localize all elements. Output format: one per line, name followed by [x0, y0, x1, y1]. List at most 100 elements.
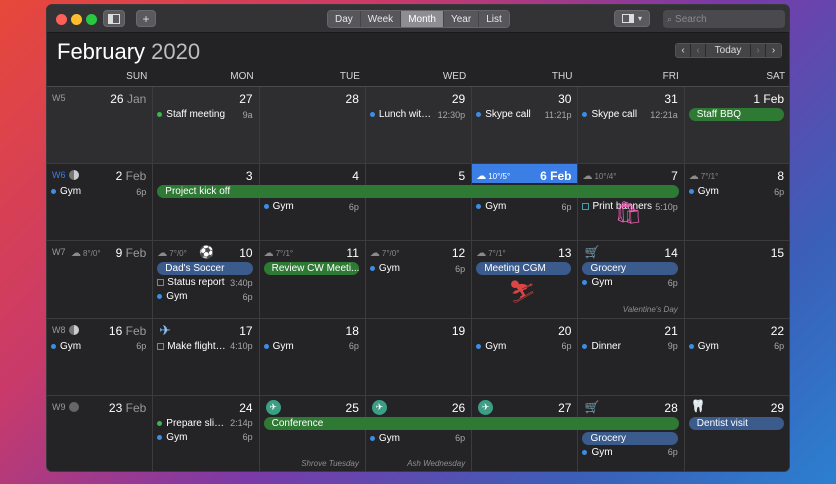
tab-week[interactable]: Week — [360, 11, 402, 27]
event-item[interactable]: Gym 6p — [688, 185, 784, 198]
prev-month-button[interactable]: ‹ — [676, 44, 691, 57]
event-item[interactable]: Gym 6p — [157, 290, 253, 303]
airplane-icon: ✈ — [159, 321, 172, 338]
weather-icon: ☁ — [71, 248, 81, 260]
shopping-bag-icon: 🛍 — [614, 200, 643, 226]
prev-page-button[interactable]: ‹ — [691, 44, 706, 57]
event-item[interactable]: Gym 6p — [476, 340, 571, 353]
flight-icon: ✈ — [371, 399, 387, 415]
day-cell[interactable]: W9 23 Feb — [47, 395, 154, 471]
event-item[interactable]: Make flight re...4:10p — [157, 340, 253, 353]
task-checkbox[interactable] — [582, 203, 590, 211]
day-cell[interactable]: 3 — [153, 164, 260, 242]
event-title: Gym — [485, 340, 507, 352]
event-item[interactable]: Gym 6p — [582, 446, 678, 459]
day-cell[interactable]: 28 — [259, 87, 366, 165]
day-cell[interactable]: 31 Skype call 12:21a — [578, 87, 685, 165]
weather-temp: 7°/0° — [169, 249, 187, 259]
month-label: Feb — [122, 400, 147, 415]
day-cell[interactable]: ☁ 7°/0° 12 Gym 6p — [365, 241, 473, 319]
minimize-window-button[interactable] — [71, 14, 82, 25]
event-item[interactable]: Skype call 11:21p — [476, 108, 571, 121]
event-bar[interactable]: Grocery — [582, 431, 678, 445]
day-cell[interactable]: ☁ 7°/1° 11 Review CW Meeti... — [259, 241, 366, 319]
event-item[interactable]: Dinner 9p — [582, 340, 678, 353]
day-cell[interactable]: 29 Lunch with... 12:30p — [365, 87, 473, 165]
task-checkbox[interactable] — [157, 342, 165, 350]
weekday-label: THU — [551, 71, 573, 82]
event-item[interactable]: Gym 6p — [157, 431, 253, 444]
event-item[interactable]: Gym 6p — [263, 200, 359, 213]
multiday-event-bar[interactable]: Conference — [263, 416, 679, 430]
event-item[interactable]: Gym 6p — [51, 185, 146, 198]
multiday-event-bar[interactable]: Project kick off — [157, 185, 679, 199]
day-cell[interactable]: 30 Skype call 11:21p — [472, 87, 579, 165]
day-cell[interactable]: 20 Gym 6p — [472, 318, 579, 396]
next-month-button[interactable]: › — [766, 44, 781, 57]
today-button[interactable]: Today — [706, 44, 751, 57]
event-time: 5:10p — [655, 201, 678, 212]
event-item[interactable]: Gym 6p — [688, 340, 784, 353]
event-time: 6p — [136, 341, 147, 352]
day-cell[interactable]: W6 2 Feb Gym 6p — [47, 164, 154, 242]
cart-icon: 🛒 — [584, 399, 600, 414]
day-cell[interactable]: 22 Gym 6p — [684, 318, 789, 396]
skier-icon: ⛷ — [508, 279, 537, 305]
day-cell[interactable]: 15 — [684, 241, 789, 319]
event-dot — [157, 294, 163, 300]
week-number: W8 — [52, 324, 66, 335]
event-item[interactable]: Skype call 12:21a — [582, 108, 678, 121]
event-item[interactable]: Gym 6p — [51, 340, 146, 353]
add-event-button[interactable]: + — [136, 10, 156, 27]
weather-forecast: ☁ 7°/1° — [476, 248, 506, 259]
event-item[interactable]: Prepare slides 2:14p — [157, 417, 253, 430]
day-cell[interactable]: 19 — [365, 318, 473, 396]
event-item[interactable]: Status report 3:40p — [157, 276, 253, 289]
day-cell[interactable]: 24 Prepare slides 2:14p Gym 6p — [153, 395, 260, 471]
event-item[interactable]: Gym 6p — [476, 200, 571, 213]
zoom-window-button[interactable] — [86, 14, 97, 25]
sidebar-toggle-button[interactable] — [103, 10, 125, 27]
week-number: W6 — [52, 170, 66, 181]
event-item[interactable]: Staff meeting 9a — [157, 108, 253, 121]
day-cell[interactable]: ☁ 10°/5° 6 Feb Gym 6p — [472, 164, 579, 242]
event-bar[interactable]: Grocery — [582, 262, 678, 276]
next-page-button[interactable]: › — [751, 44, 766, 57]
search-field[interactable]: ⌕ Search — [663, 10, 785, 28]
close-window-button[interactable] — [56, 14, 67, 25]
panel-toggle-button[interactable]: ▾ — [614, 10, 650, 27]
day-number: 26 — [451, 400, 466, 415]
event-dot — [582, 112, 588, 117]
event-dot — [582, 343, 588, 349]
task-checkbox[interactable] — [157, 279, 165, 287]
event-bar[interactable]: Staff BBQ — [688, 108, 785, 121]
day-cell[interactable]: W7 ☁ 8°/0° 9 Feb — [47, 241, 154, 319]
day-cell[interactable]: ☁ 7°/1° 8 Gym 6p — [684, 164, 789, 242]
event-item[interactable]: Gym 6p — [582, 276, 678, 289]
event-dot — [688, 189, 694, 195]
event-item[interactable]: Lunch with... 12:30p — [369, 108, 465, 121]
day-cell[interactable]: W8 16 Feb Gym 6p — [47, 318, 154, 396]
event-bar[interactable]: Dentist visit — [688, 416, 785, 430]
day-cell[interactable]: W5 26 Jan — [47, 87, 154, 165]
day-cell[interactable]: 5 — [365, 164, 473, 242]
event-bar[interactable]: Review CW Meeti... — [263, 262, 359, 276]
weather-forecast: ☁ 10°/4° — [582, 171, 616, 182]
event-item[interactable]: Gym 6p — [263, 340, 359, 353]
day-cell[interactable]: 1 Feb Staff BBQ — [684, 87, 789, 165]
cart-icon: 🛒 — [584, 245, 600, 260]
tab-year[interactable]: Year — [443, 11, 480, 27]
event-title: Status report — [167, 277, 225, 289]
event-time: 4:10p — [230, 341, 253, 352]
tab-day[interactable]: Day — [328, 11, 361, 27]
day-cell[interactable]: 27 Staff meeting 9a — [153, 87, 260, 165]
event-item[interactable]: Gym 6p — [369, 432, 465, 445]
tab-list[interactable]: List — [479, 11, 509, 27]
day-cell[interactable]: 4 Gym 6p — [259, 164, 366, 242]
tab-month[interactable]: Month — [401, 11, 444, 27]
day-cell[interactable]: 18 Gym 6p — [259, 318, 366, 396]
day-cell[interactable]: 21 Dinner 9p — [578, 318, 685, 396]
event-bar[interactable]: Dad's Soccer — [157, 262, 253, 276]
event-item[interactable]: Gym 6p — [369, 262, 465, 275]
event-bar[interactable]: Meeting CGM — [476, 262, 572, 276]
